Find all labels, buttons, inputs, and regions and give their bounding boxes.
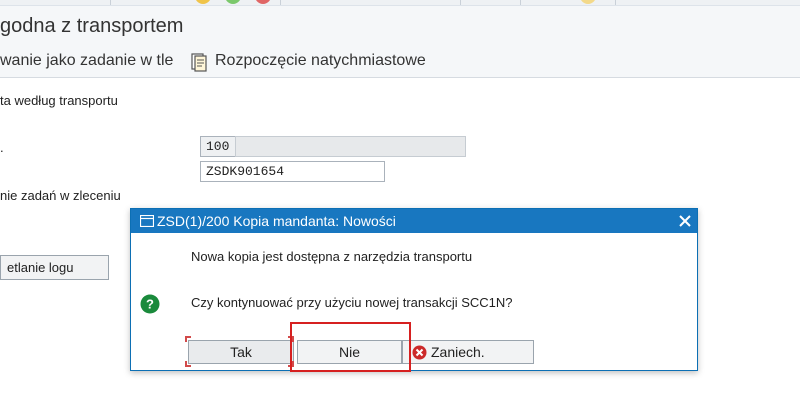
dialog-question: Czy kontynuować przy użyciu nowej transa… (191, 295, 513, 310)
top-separator-3 (460, 0, 461, 5)
question-icon: ? (140, 294, 160, 314)
top-icon-3[interactable] (255, 0, 271, 4)
top-separator-1 (110, 0, 111, 5)
immediate-start-button[interactable]: Rozpoczęcie natychmiastowe (215, 52, 426, 70)
dialog-message: Nowa kopia jest dostępna z narzędzia tra… (191, 249, 473, 264)
client-label: . (0, 140, 4, 155)
cancel-button[interactable]: Zaniech. (402, 340, 534, 364)
cancel-button-label: Zaniech. (431, 344, 485, 360)
top-icon-4[interactable] (580, 0, 596, 4)
top-separator-2 (280, 0, 281, 5)
highlight-box (290, 322, 411, 372)
background-job-button[interactable]: wanie jako zadanie w tle (0, 52, 173, 70)
confirmation-dialog: ZSD(1)/200 Kopia mandanta: Nowości Nowa … (130, 208, 698, 371)
document-icon (191, 53, 207, 72)
svg-text:?: ? (146, 297, 154, 312)
transport-request-field[interactable]: ZSDK901654 (200, 161, 385, 182)
client-description-field (235, 136, 466, 157)
title-area: godna z transportem (0, 6, 800, 44)
display-log-button[interactable]: etlanie logu (0, 255, 109, 280)
top-separator-5 (615, 0, 616, 5)
close-icon[interactable] (677, 213, 693, 229)
application-toolbar: wanie jako zadanie w tle Rozpoczęcie nat… (0, 44, 800, 78)
top-separator-4 (520, 0, 521, 5)
jobs-label: nie zadań w zleceniu (0, 188, 121, 203)
section-label: ta według transportu (0, 93, 118, 108)
focus-corner-bl (185, 361, 191, 367)
page-title: godna z transportem (0, 15, 184, 37)
focus-corner-tl (185, 336, 191, 342)
dialog-title: ZSD(1)/200 Kopia mandanta: Nowości (157, 213, 396, 229)
window-icon (140, 215, 154, 227)
client-field[interactable]: 100 (200, 136, 236, 157)
yes-button[interactable]: Tak (188, 340, 294, 364)
top-icon-1[interactable] (195, 0, 211, 4)
cancel-icon (412, 345, 427, 360)
top-icon-2[interactable] (225, 0, 241, 4)
dialog-header: ZSD(1)/200 Kopia mandanta: Nowości (131, 209, 697, 233)
